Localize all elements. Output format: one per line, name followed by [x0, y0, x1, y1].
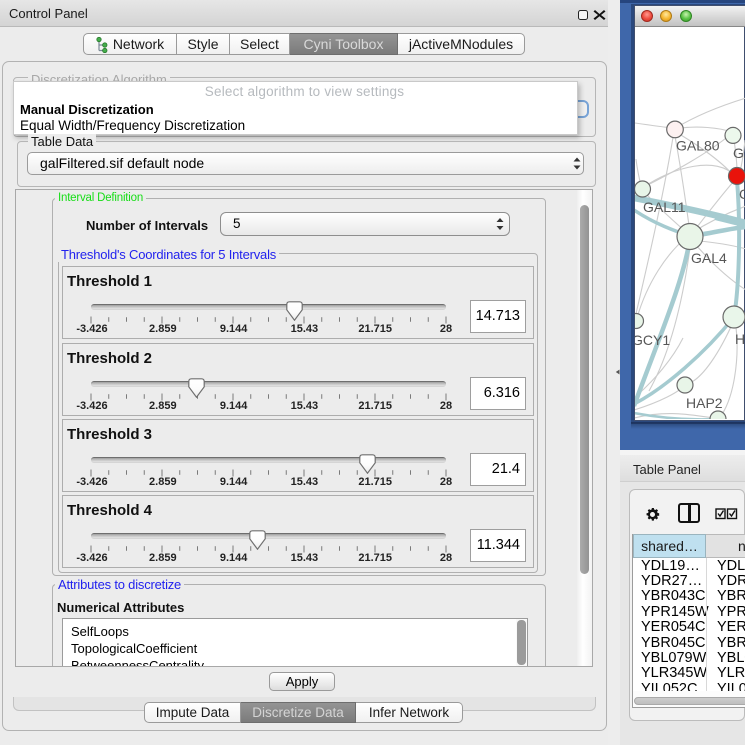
svg-text:GCY1: GCY1 — [635, 332, 670, 348]
svg-text:C: C — [739, 186, 745, 202]
svg-text:GAL11: GAL11 — [643, 199, 686, 215]
svg-text:GA: GA — [733, 145, 745, 161]
svg-text:GAL80: GAL80 — [676, 138, 720, 154]
svg-text:HAP2: HAP2 — [686, 395, 723, 411]
svg-text:GAL4: GAL4 — [691, 250, 727, 266]
svg-text:H: H — [735, 331, 745, 347]
